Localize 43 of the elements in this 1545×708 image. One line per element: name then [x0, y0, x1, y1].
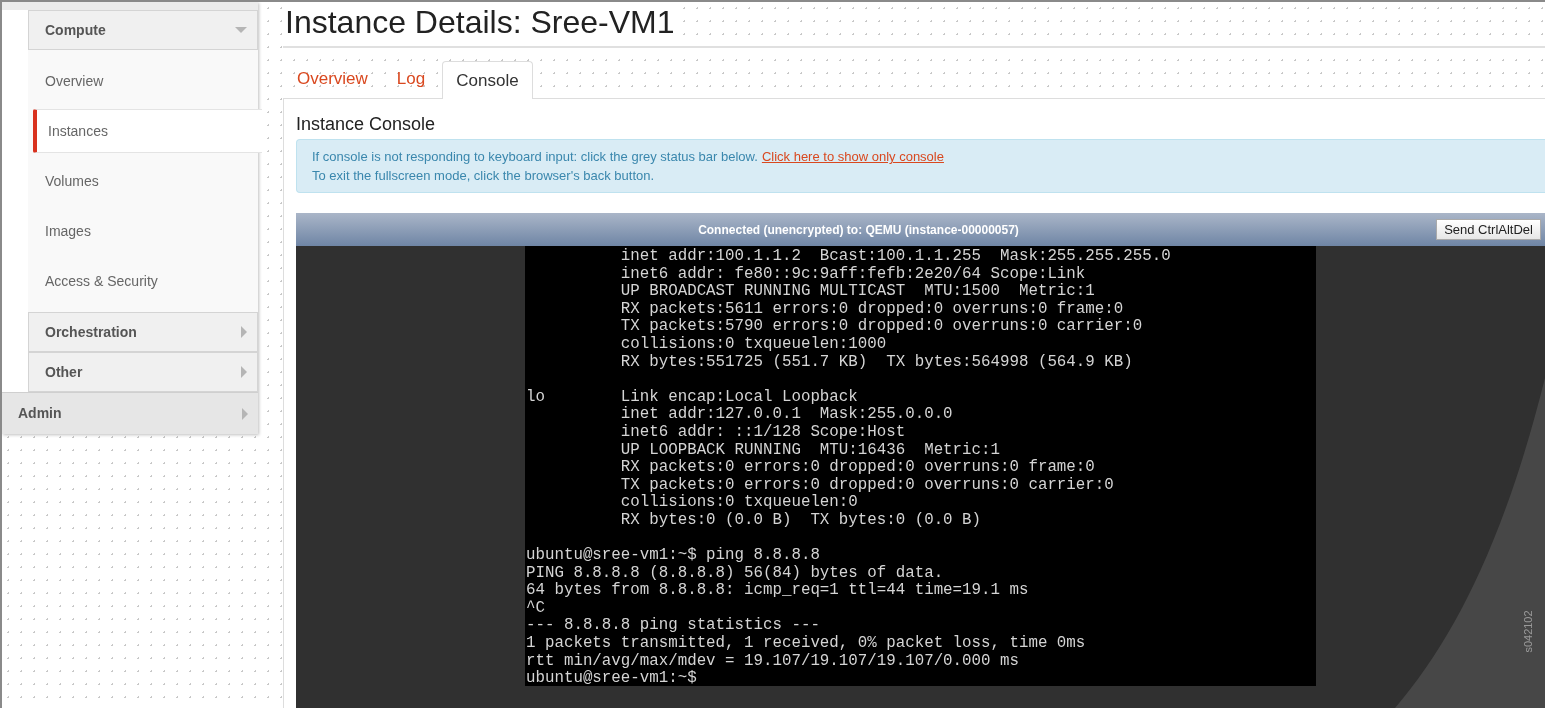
info-text: If console is not responding to keyboard input: click the grey status bar below.	[312, 148, 758, 166]
send-ctrl-alt-del-button[interactable]: Send CtrlAltDel	[1436, 219, 1541, 240]
sidebar-item[interactable]: Volumes	[28, 156, 258, 206]
terminal-line: inet6 addr: ::1/128 Scope:Host	[619, 423, 906, 442]
terminal-line: rtt min/avg/max/mdev = 19.107/19.107/19.107/0.000 ms	[526, 652, 1019, 670]
sidebar-item[interactable]: Overview	[28, 56, 258, 106]
tab[interactable]: Overview	[285, 60, 380, 98]
terminal-line: RX packets:5611 errors:0 dropped:0 overruns:0 frame:0	[619, 300, 1124, 318]
terminal-line: ubuntu@sree-vm1:~$	[526, 670, 697, 686]
terminal-line: RX bytes:0 (0.0 B) TX bytes:0 (0.0 B)	[619, 511, 982, 530]
terminal-line: TX packets:0 errors:0 dropped:0 overruns:0 carrier:0	[619, 476, 1114, 494]
sidebar-item[interactable]: Access & Security	[28, 256, 258, 306]
terminal-line: 1 packets transmitted, 1 received, 0% packet loss, time 0ms	[526, 635, 1086, 653]
sidebar-section-header[interactable]: Orchestration	[28, 312, 258, 352]
info-text: To exit the fullscreen mode, click the browser's back button.	[312, 167, 656, 185]
terminal-line: RX packets:0 errors:0 dropped:0 overruns:0 frame:0	[619, 459, 1095, 477]
terminal-line: ubuntu@sree-vm1:~$ ping 8.8.8.8	[526, 547, 820, 565]
show-console-link[interactable]: Click here to show only console	[761, 147, 944, 166]
terminal-line: PING 8.8.8.8 (8.8.8.8) 56(84) bytes of data.	[526, 564, 944, 582]
figure-id: s042102	[1521, 610, 1535, 653]
sidebar-section-header[interactable]: Compute	[28, 10, 258, 50]
terminal-line: inet addr:100.1.1.2 Bcast:100.1.1.255 Mask:255.255.255.0	[619, 248, 1171, 266]
tab[interactable]: Console	[442, 61, 533, 99]
terminal-line: UP LOOPBACK RUNNING MTU:16436 Metric:1	[619, 441, 1000, 459]
section-heading: Instance Console	[296, 113, 437, 135]
terminal-line: --- 8.8.8.8 ping statistics ---	[526, 617, 820, 635]
terminal-line: collisions:0 txqueuelen:1000	[619, 335, 887, 354]
terminal-line: ^C	[526, 599, 545, 618]
sidebar-item[interactable]: Instances	[33, 109, 262, 153]
terminal-line: inet addr:127.0.0.1 Mask:255.0.0.0	[619, 406, 953, 424]
terminal-line: UP BROADCAST RUNNING MULTICAST MTU:1500 Metric:1	[619, 283, 1095, 301]
sidebar-item[interactable]: Images	[28, 206, 258, 256]
terminal-line: collisions:0 txqueuelen:0	[619, 494, 858, 512]
terminal-screen[interactable]	[525, 246, 1316, 686]
terminal-line: inet6 addr: fe80::9c:9aff:fefb:2e20/64 Scope:Link	[619, 265, 1086, 283]
terminal-line: TX packets:5790 errors:0 dropped:0 overruns:0 carrier:0	[619, 318, 1143, 336]
sidebar-section-header[interactable]: Other	[28, 352, 258, 392]
terminal-line: 64 bytes from 8.8.8.8: icmp_req=1 ttl=44 time=19.1 ms	[526, 582, 1029, 600]
tab[interactable]: Log	[384, 60, 438, 98]
terminal-line: RX bytes:551725 (551.7 KB) TX bytes:564998 (564.9 KB)	[619, 353, 1133, 372]
terminal-line: lo Link encap:Local Loopback	[526, 388, 858, 406]
console-status-bar[interactable]: Connected (unencrypted) to: QEMU (instance-00000057) Send CtrlAltDel	[296, 213, 1545, 246]
sidebar-dashboard-header[interactable]: Admin	[2, 392, 258, 434]
